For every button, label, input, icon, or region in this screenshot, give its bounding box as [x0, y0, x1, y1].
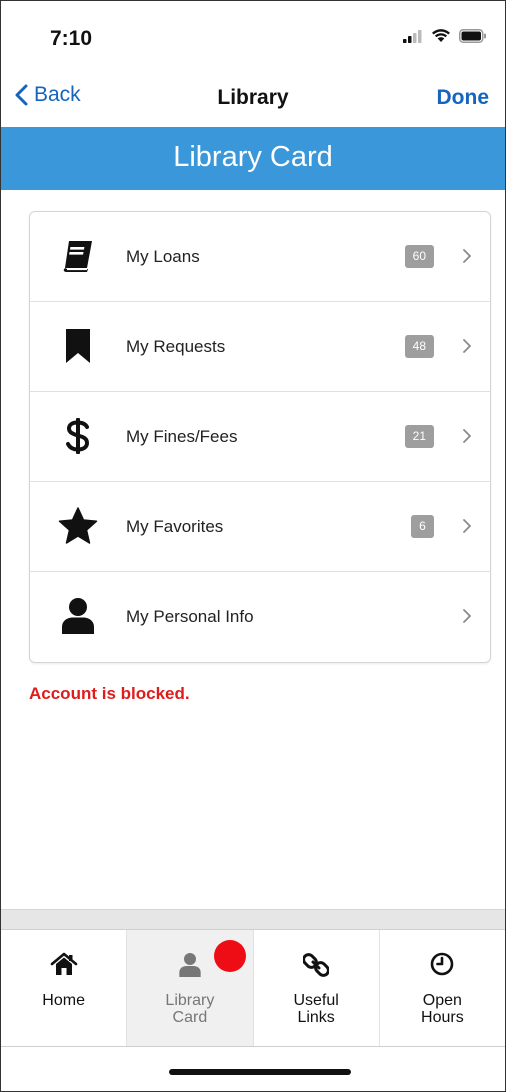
- battery-icon: [459, 28, 486, 43]
- dollar-icon: [58, 416, 98, 456]
- menu-item-label: My Fines/Fees: [126, 427, 238, 446]
- count-badge: 48: [404, 335, 434, 358]
- wifi-icon: [432, 29, 450, 42]
- signal-icon: [403, 29, 422, 43]
- account-blocked-alert: Account is blocked.: [29, 684, 190, 703]
- home-indicator[interactable]: [169, 1069, 351, 1075]
- menu-item-my-loans[interactable]: My Loans 60: [30, 212, 490, 302]
- chevron-right-icon: [463, 249, 471, 263]
- menu-item-label: My Loans: [126, 247, 200, 266]
- user-icon: [58, 596, 98, 636]
- tab-useful-links[interactable]: Useful Links: [254, 930, 380, 1046]
- tab-label-line1: Home: [42, 992, 85, 1009]
- tab-bar: Home Library Card Useful Links Open Hour…: [1, 929, 505, 1047]
- status-bar: 7:10: [1, 1, 505, 71]
- notification-dot: [214, 940, 247, 972]
- tab-bar-divider: [1, 909, 505, 930]
- home-icon: [1, 952, 126, 982]
- done-button[interactable]: Done: [437, 86, 490, 110]
- bookmark-icon: [58, 326, 98, 366]
- menu-item-my-personal-info[interactable]: My Personal Info: [30, 572, 490, 662]
- chevron-right-icon: [463, 429, 471, 443]
- app-frame: 7:10 Back Library Done Library Card My L…: [0, 0, 506, 1092]
- status-icons: [403, 28, 487, 43]
- count-badge: 21: [404, 425, 434, 448]
- link-icon: [254, 952, 379, 982]
- tab-label-line1: Open: [422, 992, 462, 1009]
- tab-label-line2: Hours: [421, 1009, 464, 1026]
- star-icon: [58, 506, 98, 546]
- menu-item-my-favorites[interactable]: My Favorites 6: [30, 482, 490, 572]
- chevron-right-icon: [463, 519, 471, 533]
- chevron-right-icon: [463, 339, 471, 353]
- count-badge: 60: [404, 245, 434, 268]
- tab-home[interactable]: Home: [1, 930, 128, 1046]
- tab-open-hours[interactable]: Open Hours: [380, 930, 505, 1046]
- menu-item-label: My Favorites: [126, 517, 224, 536]
- library-card-menu: My Loans 60 My Requests 48 My Fines/Fees…: [29, 211, 491, 663]
- status-time: 7:10: [50, 27, 93, 50]
- tab-label-line1: Useful: [293, 992, 339, 1009]
- tab-label-line2: Links: [297, 1009, 335, 1026]
- count-badge: 6: [411, 515, 434, 538]
- book-icon: [58, 236, 98, 276]
- tab-library-card[interactable]: Library Card: [127, 930, 254, 1046]
- clock-icon: [380, 952, 505, 982]
- nav-title: Library: [217, 86, 289, 109]
- chevron-right-icon: [463, 609, 471, 623]
- tab-label-line2: Card: [172, 1009, 208, 1026]
- menu-item-label: My Personal Info: [126, 607, 254, 626]
- page-title-banner: Library Card: [1, 127, 505, 190]
- menu-item-my-fines-fees[interactable]: My Fines/Fees 21: [30, 392, 490, 482]
- menu-item-my-requests[interactable]: My Requests 48: [30, 302, 490, 392]
- menu-item-label: My Requests: [126, 337, 226, 356]
- navigation-bar: Back Library Done: [1, 71, 505, 127]
- tab-label-line1: Library: [165, 992, 215, 1009]
